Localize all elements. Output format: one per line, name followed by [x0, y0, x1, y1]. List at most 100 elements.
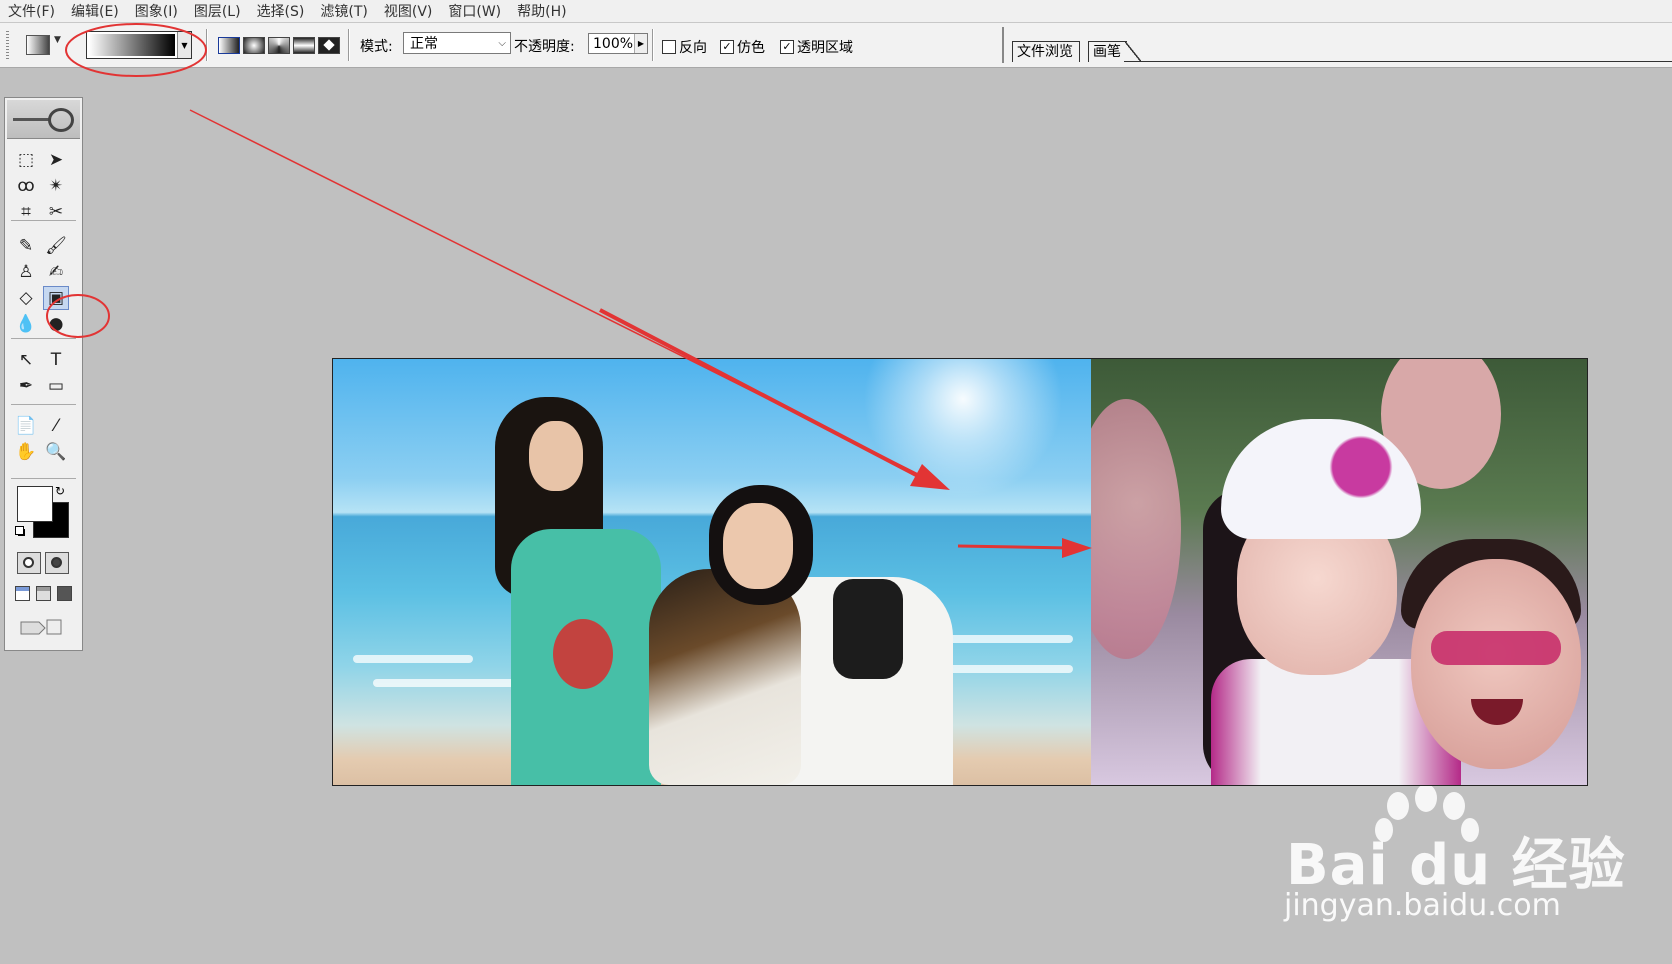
gradient-swatch[interactable] [89, 34, 175, 56]
menu-view[interactable]: 视图(V) [376, 1, 441, 21]
move-icon: ➤ [48, 150, 64, 170]
blur-icon: 💧 [15, 314, 37, 334]
toolbox-header[interactable] [7, 100, 80, 139]
menu-file[interactable]: 文件(F) [0, 1, 63, 21]
magic-wand-icon: ✴ [48, 176, 64, 196]
marquee-tool-button[interactable]: ⬚ [13, 148, 39, 172]
wave-foam [373, 679, 533, 687]
document-canvas[interactable] [332, 358, 1588, 786]
healing-brush-tool-button[interactable]: ✎ [13, 234, 39, 258]
magic-wand-tool-button[interactable]: ✴ [43, 174, 69, 198]
mode-select[interactable]: 正常 ⌵ [403, 32, 511, 54]
tool-preset-icon[interactable] [26, 35, 50, 55]
tool-separator [11, 338, 76, 339]
beach-photo [333, 359, 1091, 785]
opacity-input[interactable]: 100% ▶ [588, 33, 648, 54]
quick-mask-mode-button[interactable] [45, 552, 69, 574]
menu-help[interactable]: 帮助(H) [509, 1, 574, 21]
history-brush-icon: ✍ [48, 262, 64, 282]
floral-pattern [553, 619, 613, 689]
tab-brushes[interactable]: 画笔 [1088, 41, 1141, 62]
healing-brush-icon: ✎ [18, 236, 34, 256]
gradient-tool-button[interactable]: ▣ [43, 286, 69, 310]
tool-preset-dropdown-icon[interactable]: ▼ [54, 35, 61, 45]
foreground-color-swatch[interactable] [17, 486, 53, 522]
options-bar-grip[interactable] [6, 31, 9, 59]
reverse-checkbox-box[interactable] [662, 40, 676, 54]
tab-file-browser[interactable]: 文件浏览 [1012, 41, 1080, 62]
palette-well-line [1124, 61, 1672, 62]
type-tool-button[interactable]: T [43, 348, 69, 372]
sun-glow [863, 359, 1063, 499]
gradient-icon: ▣ [47, 288, 65, 308]
gradient-dropdown-icon[interactable]: ▼ [177, 32, 191, 58]
radial-gradient-button[interactable] [243, 37, 265, 54]
history-brush-tool-button[interactable]: ✍ [43, 260, 69, 284]
transparency-checkbox[interactable]: ✓ 透明区域 [780, 37, 853, 57]
tool-separator [11, 220, 76, 221]
mode-select-value: 正常 [410, 36, 438, 52]
blurred-face [1091, 399, 1181, 659]
shape-tool-button[interactable]: ▭ [43, 374, 69, 398]
marquee-icon: ⬚ [17, 150, 35, 170]
diamond-gradient-button[interactable] [318, 37, 340, 54]
dither-checkbox[interactable]: ✓ 仿色 [720, 37, 765, 57]
menu-layer[interactable]: 图层(L) [186, 1, 249, 21]
burn-tool-button[interactable]: ● [43, 312, 69, 336]
blur-tool-button[interactable]: 💧 [13, 312, 39, 336]
angle-gradient-button[interactable] [268, 37, 290, 54]
lasso-tool-button[interactable]: ꝏ [13, 174, 39, 198]
feather-icon [13, 118, 49, 121]
reflected-gradient-button[interactable] [293, 37, 315, 54]
swap-colors-icon[interactable]: ↻ [55, 484, 65, 498]
dither-label: 仿色 [737, 40, 765, 56]
default-colors-icon[interactable] [15, 526, 25, 536]
tool-separator [11, 404, 76, 405]
standard-screen-button[interactable] [15, 586, 30, 601]
eyedropper-tool-button[interactable]: ⁄ [43, 414, 69, 438]
dither-checkbox-box[interactable]: ✓ [720, 40, 734, 54]
watermark-url: jingyan.baidu.com [1284, 888, 1561, 923]
mode-label: 模式: [360, 39, 393, 55]
menu-image[interactable]: 图象(I) [127, 1, 186, 21]
type-icon: T [50, 350, 62, 370]
brush-tool-button[interactable]: 🖌 [43, 234, 69, 258]
path-selection-tool-button[interactable]: ↖ [13, 348, 39, 372]
pen-icon: ✒ [18, 376, 34, 396]
linear-gradient-button[interactable] [218, 37, 240, 54]
pink-sunglasses [1431, 631, 1561, 665]
jump-to-imageready-icon[interactable] [17, 616, 69, 638]
reverse-label: 反向 [679, 40, 707, 56]
clone-stamp-tool-button[interactable]: ♙ [13, 260, 39, 284]
full-screen-menu-button[interactable] [36, 586, 51, 601]
pen-tool-button[interactable]: ✒ [13, 374, 39, 398]
transparency-label: 透明区域 [797, 40, 853, 56]
tool-separator [11, 478, 76, 479]
wave-foam [933, 635, 1073, 643]
eraser-tool-button[interactable]: ◇ [13, 286, 39, 310]
separator [348, 29, 350, 61]
black-vest [833, 579, 903, 679]
reverse-checkbox[interactable]: 反向 [662, 37, 707, 57]
opacity-slider-arrow-icon[interactable]: ▶ [634, 34, 647, 53]
move-tool-button[interactable]: ➤ [43, 148, 69, 172]
notes-tool-button[interactable]: 📄 [13, 414, 39, 438]
hand-icon: ✋ [15, 442, 37, 462]
wave-foam [353, 655, 473, 663]
full-screen-button[interactable] [57, 586, 72, 601]
crop-icon: ⌗ [21, 202, 31, 222]
eyedropper-icon: ⁄ [54, 416, 58, 436]
eraser-icon: ◇ [19, 288, 33, 308]
menu-filter[interactable]: 滤镜(T) [312, 1, 375, 21]
clone-stamp-icon: ♙ [18, 262, 34, 282]
hand-tool-button[interactable]: ✋ [13, 440, 39, 464]
standard-mode-button[interactable] [17, 552, 41, 574]
brush-icon: 🖌 [45, 236, 67, 256]
gradient-picker[interactable]: ▼ [86, 31, 192, 59]
menu-window[interactable]: 窗口(W) [440, 1, 509, 21]
options-bar: ▼ ▼ 模式: 正常 ⌵ 不透明度: 100% ▶ 反向 ✓ 仿色 ✓ 透明区域… [0, 23, 1672, 68]
transparency-checkbox-box[interactable]: ✓ [780, 40, 794, 54]
zoom-tool-button[interactable]: 🔍 [43, 440, 69, 464]
menu-edit[interactable]: 编辑(E) [63, 1, 127, 21]
menu-select[interactable]: 选择(S) [249, 1, 313, 21]
